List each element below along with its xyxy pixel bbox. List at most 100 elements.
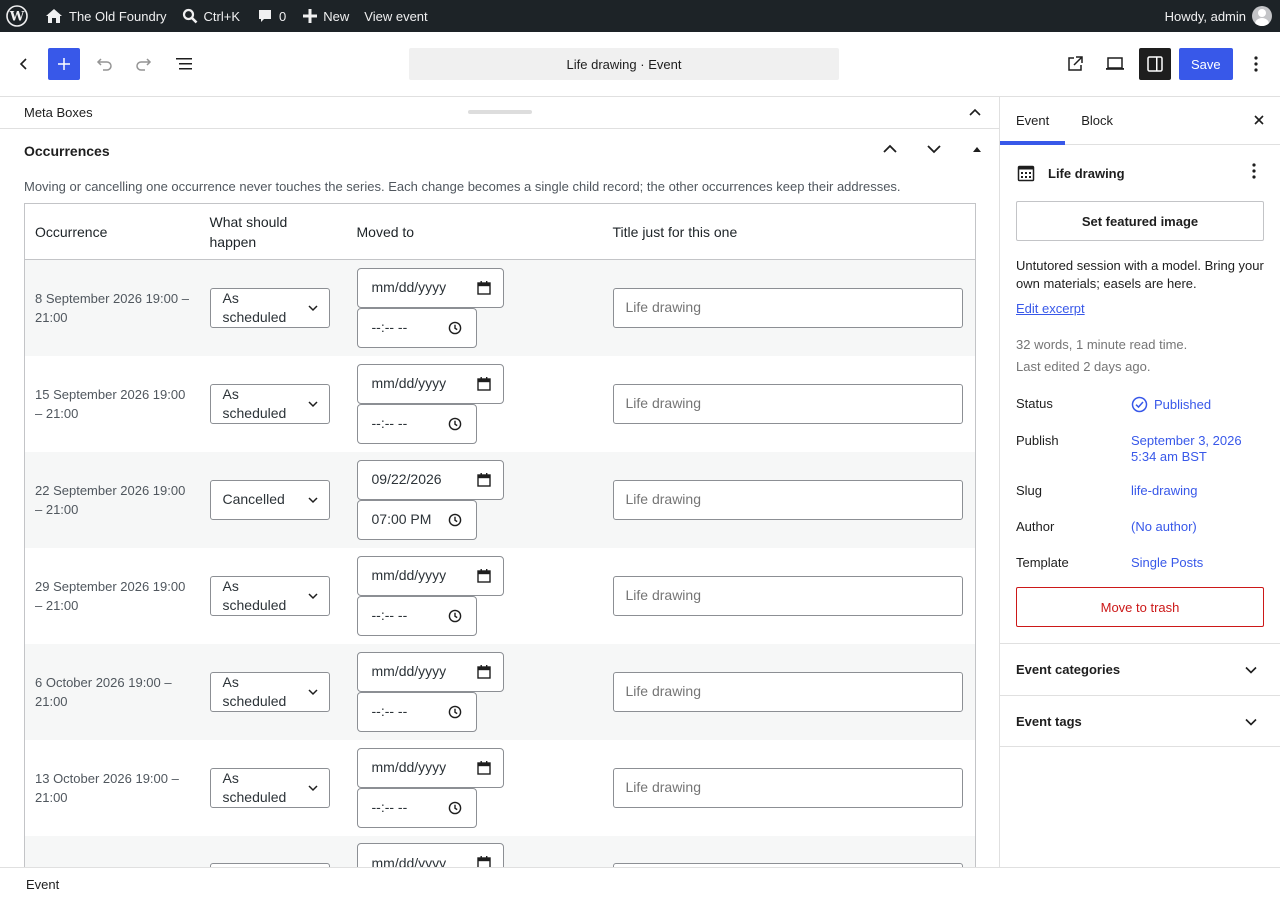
event-categories-panel[interactable]: Event categories	[1000, 643, 1280, 695]
document-overview-button[interactable]	[168, 48, 200, 80]
preview-device-button[interactable]	[1099, 48, 1131, 80]
edit-excerpt-link[interactable]: Edit excerpt	[1016, 301, 1264, 316]
moved-time-input[interactable]: --:-- --	[356, 787, 477, 828]
calendar-picker-icon[interactable]	[476, 568, 491, 583]
excerpt-text: Untutored session with a model. Bring yo…	[1016, 258, 1264, 291]
moved-date-input[interactable]: 09/22/2026	[356, 459, 504, 500]
new-content-menu[interactable]: New	[293, 0, 356, 32]
publish-date-button[interactable]: September 3, 2026 5:34 am BST	[1131, 433, 1242, 465]
calendar-picker-icon[interactable]	[476, 376, 491, 391]
meta-boxes-header[interactable]: Meta Boxes	[0, 97, 999, 129]
moved-time-input[interactable]: 07:00 PM	[356, 499, 477, 540]
moved-date-input[interactable]: mm/dd/yyyy	[356, 267, 504, 308]
collapse-triangle-icon[interactable]	[970, 143, 984, 155]
vertical-ellipsis-icon	[1254, 56, 1258, 72]
calendar-picker-icon[interactable]	[476, 280, 491, 295]
move-down-icon[interactable]	[924, 139, 944, 159]
move-up-icon[interactable]	[880, 139, 900, 159]
occurrence-title-placeholder: Life drawing	[625, 587, 702, 603]
save-button[interactable]: Save	[1179, 48, 1233, 80]
moved-date-input[interactable]: mm/dd/yyyy	[356, 747, 504, 788]
occurrence-title-input[interactable]: Life drawing	[612, 383, 963, 424]
event-tags-panel[interactable]: Event tags	[1000, 695, 1280, 747]
action-select[interactable]: As scheduled	[209, 575, 330, 616]
action-select[interactable]: As scheduled	[209, 671, 330, 712]
action-select[interactable]: As scheduled	[209, 383, 330, 424]
calendar-picker-icon[interactable]	[476, 664, 491, 679]
occurrence-title-input[interactable]: Life drawing	[612, 479, 963, 520]
occurrence-title-input[interactable]: Life drawing	[612, 287, 963, 328]
view-post-button[interactable]	[1059, 48, 1091, 80]
title-cell: Life drawing	[602, 259, 976, 356]
calendar-picker-icon[interactable]	[476, 760, 491, 775]
occurrence-title-input[interactable]: Life drawing	[612, 767, 963, 808]
slug-value[interactable]: life-drawing	[1131, 483, 1197, 499]
undo-button[interactable]	[88, 48, 120, 80]
back-button[interactable]	[8, 48, 40, 80]
close-icon[interactable]	[1252, 113, 1266, 127]
moved-time-input[interactable]: --:-- --	[356, 307, 477, 348]
clock-icon[interactable]	[448, 801, 462, 815]
comments-count: 0	[279, 8, 287, 24]
wordpress-logo-menu[interactable]: W	[0, 0, 35, 32]
redo-button[interactable]	[128, 48, 160, 80]
action-select[interactable]: Cancelled	[209, 479, 330, 520]
document-title-bar[interactable]: Life drawing · Event	[409, 48, 839, 80]
occurrence-title-input[interactable]: Life drawing	[612, 575, 963, 616]
clock-icon[interactable]	[448, 321, 462, 335]
calendar-picker-icon[interactable]	[476, 856, 491, 867]
action-select-value: Cancelled	[222, 491, 285, 507]
my-account-menu[interactable]: Howdy, admin	[1158, 0, 1280, 32]
moved-time-input[interactable]: --:-- --	[356, 595, 477, 636]
move-to-trash-button[interactable]: Move to trash	[1016, 587, 1264, 627]
action-cell: As scheduled	[199, 259, 347, 356]
tab-event[interactable]: Event	[1000, 97, 1065, 145]
status-label: Status	[1016, 396, 1053, 411]
comments-menu[interactable]: 0	[247, 0, 293, 32]
column-header-title: Title just for this one	[602, 203, 976, 260]
options-menu-button[interactable]	[1240, 48, 1272, 80]
moved-date-input[interactable]: mm/dd/yyyy	[356, 843, 504, 867]
command-search[interactable]: Ctrl+K	[174, 0, 247, 32]
chevron-up-icon[interactable]	[967, 105, 983, 121]
vertical-ellipsis-icon[interactable]	[1252, 163, 1256, 179]
template-value[interactable]: Single Posts	[1131, 555, 1203, 571]
moved-date-value: mm/dd/yyyy	[371, 567, 447, 583]
calendar-picker-icon[interactable]	[476, 472, 491, 487]
clock-icon[interactable]	[448, 705, 462, 719]
breadcrumb-item-event[interactable]: Event	[26, 877, 59, 892]
settings-sidebar-toggle[interactable]	[1139, 48, 1171, 80]
occurrence-when	[24, 835, 200, 867]
site-name-menu[interactable]: The Old Foundry	[35, 0, 174, 32]
view-event-link[interactable]: View event	[356, 0, 434, 32]
table-row: 22 September 2026 19:00 – 21:00 Cancelled…	[24, 451, 976, 548]
set-featured-image-button[interactable]: Set featured image	[1016, 201, 1264, 241]
moved-date-input[interactable]: mm/dd/yyyy	[356, 555, 504, 596]
meta-boxes-resize-handle[interactable]	[468, 110, 532, 114]
action-select[interactable]: As scheduled	[209, 767, 330, 808]
occurrence-title-input[interactable]: Life drawing	[612, 671, 963, 712]
post-meta-info: 32 words, 1 minute read time. Last edite…	[1016, 334, 1264, 378]
action-select[interactable]: As scheduled	[209, 287, 330, 328]
chevron-down-icon	[307, 784, 318, 791]
clock-icon[interactable]	[448, 417, 462, 431]
list-view-icon	[176, 58, 192, 70]
moved-time-value: --:-- --	[371, 607, 408, 623]
action-select-value: As scheduled	[222, 673, 287, 709]
moved-to-cell: mm/dd/yyyy --:-- --	[347, 548, 603, 644]
clock-icon[interactable]	[448, 609, 462, 623]
status-value-button[interactable]: Published	[1131, 396, 1211, 413]
clock-icon[interactable]	[448, 513, 462, 527]
chevron-left-icon	[19, 58, 27, 70]
moved-time-input[interactable]: --:-- --	[356, 691, 477, 732]
tab-block[interactable]: Block	[1065, 97, 1129, 145]
title-cell: Life drawing	[603, 356, 976, 452]
moved-time-input[interactable]: --:-- --	[356, 403, 477, 444]
moved-date-input[interactable]: mm/dd/yyyy	[356, 651, 504, 692]
author-value[interactable]: (No author)	[1131, 519, 1197, 535]
block-inserter-button[interactable]	[48, 48, 80, 80]
meta-boxes-title: Meta Boxes	[24, 105, 93, 120]
moved-date-input[interactable]: mm/dd/yyyy	[356, 363, 504, 404]
plus-icon	[58, 58, 70, 70]
action-cell: As scheduled	[199, 643, 347, 740]
